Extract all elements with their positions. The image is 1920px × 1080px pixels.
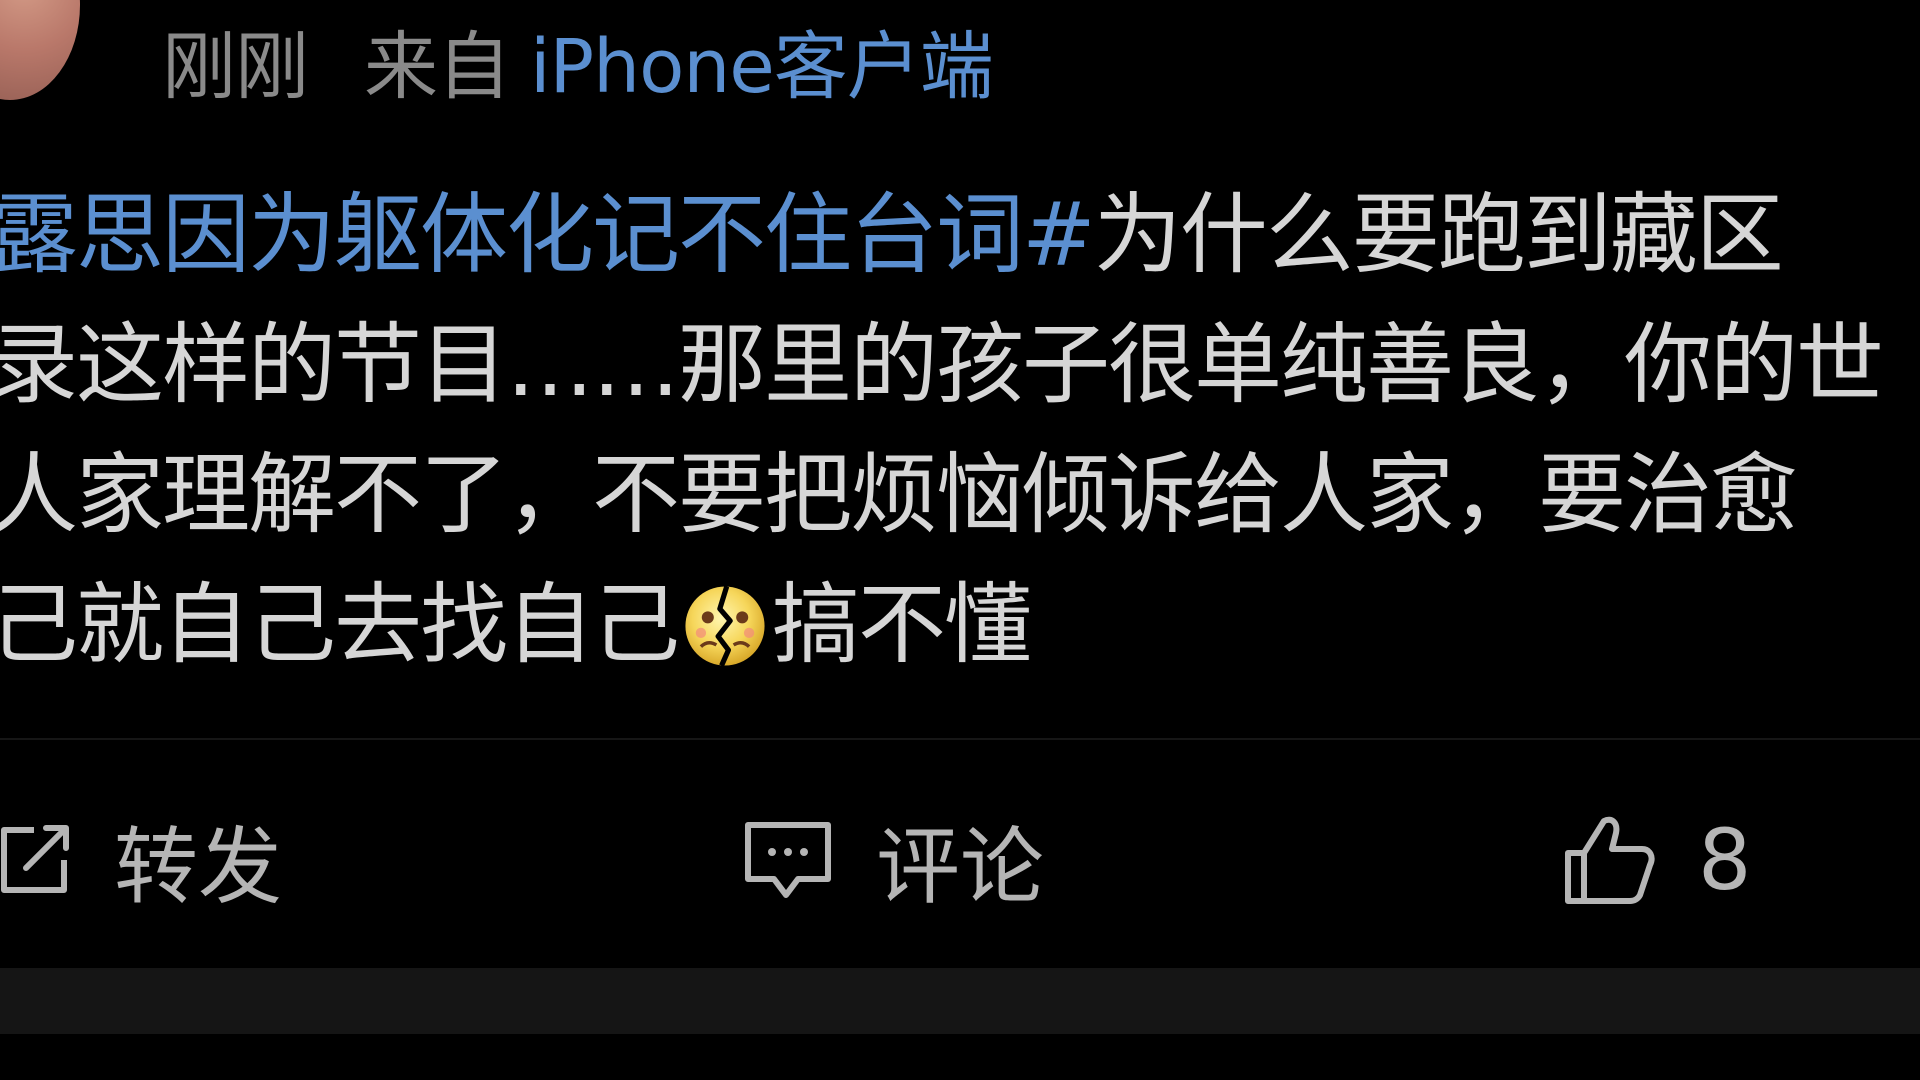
post-text: 搞不懂 <box>772 573 1032 676</box>
action-bar: 转发 评论 8 <box>0 800 1920 920</box>
post-time: 刚刚 <box>162 24 309 110</box>
section-separator <box>0 968 1920 1034</box>
comment-button[interactable]: 评论 <box>740 800 1044 920</box>
post-line-2: 录这样的节目……那里的孩子很单纯善良，你的世 <box>0 313 1884 416</box>
weibo-post-screen: 刚刚 来自 iPhone客户端 露思因为躯体化记不住台词#为什么要跑到藏区 录这样的… <box>0 0 1920 1080</box>
repost-label: 转发 <box>114 817 283 916</box>
post-text: 为什么要跑到藏区 <box>1093 183 1784 286</box>
source-client-link[interactable]: iPhone客户端 <box>530 24 994 110</box>
post-line-1: 露思因为躯体化记不住台词#为什么要跑到藏区 <box>0 170 1920 300</box>
comment-label: 评论 <box>876 817 1045 916</box>
repost-icon <box>1 825 69 893</box>
divider <box>0 738 1920 740</box>
broken-heart-face-emoji-icon <box>685 585 765 667</box>
like-count: 8 <box>1698 811 1752 909</box>
post-text: 己就自己去找自己 <box>0 573 680 676</box>
repost-button[interactable]: 转发 <box>0 800 282 920</box>
comment-icon <box>745 822 831 898</box>
like-button[interactable]: 8 <box>1560 800 1751 920</box>
post-body: 露思因为躯体化记不住台词#为什么要跑到藏区 录这样的节目……那里的孩子很单纯善良… <box>0 170 1920 690</box>
topic-hashtag-link[interactable]: 露思因为躯体化记不住台词# <box>0 183 1096 286</box>
thumbs-up-icon <box>1565 816 1655 904</box>
post-line-4: 己就自己去找自己 搞不懂 <box>0 560 1920 690</box>
post-meta: 刚刚 来自 iPhone客户端 <box>162 22 994 112</box>
post-line-3: 人家理解不了，不要把烦恼倾诉给人家，要治愈 <box>0 443 1798 546</box>
source-prefix: 来自 <box>364 24 511 110</box>
avatar[interactable] <box>0 0 80 100</box>
